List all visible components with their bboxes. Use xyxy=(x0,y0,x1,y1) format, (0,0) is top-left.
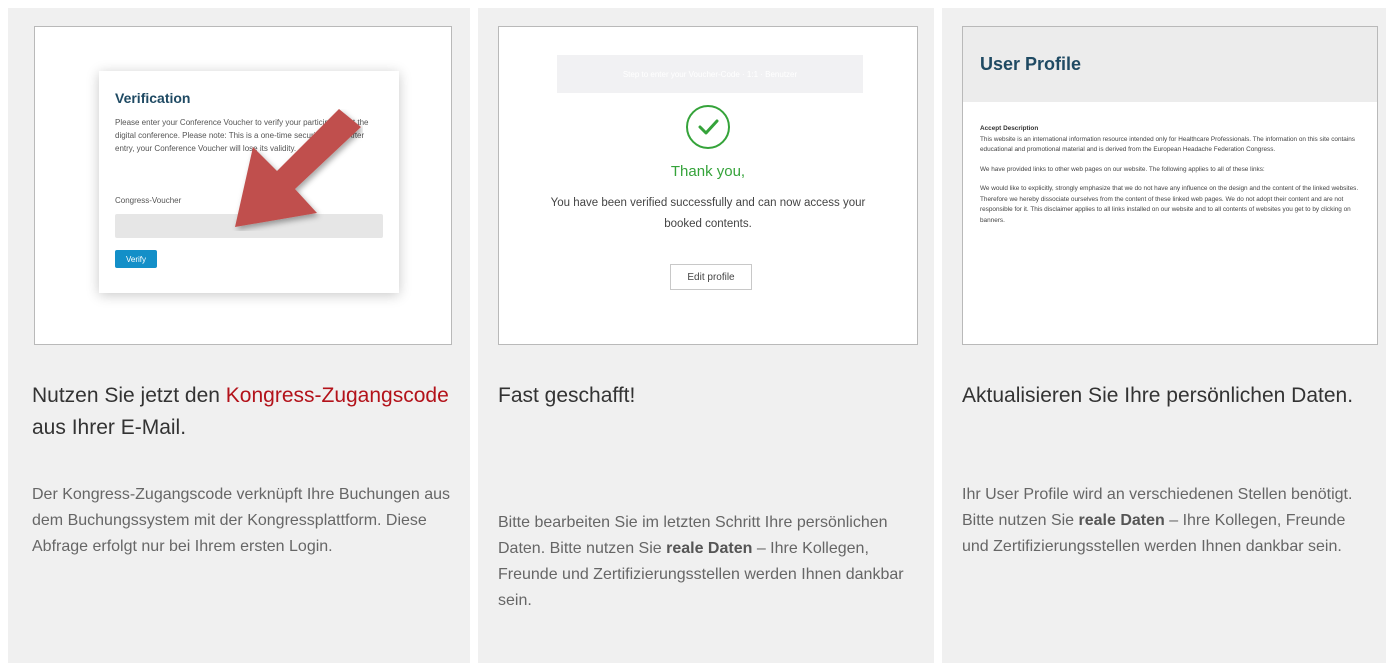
step-heading-update-data: Aktualisieren Sie Ihre persönlichen Date… xyxy=(962,384,1354,407)
profile-header: User Profile xyxy=(963,27,1377,102)
accept-heading: Accept Description xyxy=(980,125,1039,132)
step-description-update-data: Ihr User Profile wird an verschiedenen S… xyxy=(962,486,1353,555)
ghost-banner: Step to enter your Voucher-Code · 1:1 · … xyxy=(557,55,863,93)
profile-paragraph-2: We have provided links to other web page… xyxy=(980,165,1265,173)
step-card-profile: User Profile Accept Description This web… xyxy=(942,8,1386,663)
verification-screenshot: Verification Please enter your Conferenc… xyxy=(34,26,452,345)
verify-button[interactable]: Verify xyxy=(115,250,157,268)
thankyou-title: Thank you, xyxy=(670,163,746,180)
step-heading-voucher: Nutzen Sie jetzt den Kongress-Zugangscod… xyxy=(32,384,449,439)
edit-profile-button[interactable]: Edit profile xyxy=(670,264,752,290)
profile-screenshot: User Profile Accept Description This web… xyxy=(962,26,1378,345)
profile-paragraph-1: This website is an international informa… xyxy=(980,135,1355,154)
voucher-highlight: Kongress-Zugangscode xyxy=(225,384,449,407)
step-card-voucher: Verification Please enter your Conferenc… xyxy=(8,8,470,663)
voucher-field-label: Congress-Voucher xyxy=(115,196,182,205)
profile-paragraph-3: We would like to explicitly, strongly em… xyxy=(980,185,1359,224)
check-circle-icon xyxy=(686,105,730,149)
thankyou-text: You have been verified successfully and … xyxy=(550,197,866,230)
verification-title: Verification xyxy=(115,90,191,106)
thankyou-screenshot: Step to enter your Voucher-Code · 1:1 · … xyxy=(498,26,918,345)
step-heading-almost-done: Fast geschafft! xyxy=(498,384,636,407)
profile-title: User Profile xyxy=(980,54,1082,74)
red-pointer-arrow-icon xyxy=(235,109,361,227)
profile-body: Accept Description This website is an in… xyxy=(980,124,1367,235)
step-description-almost-done: Bitte bearbeiten Sie im letzten Schritt … xyxy=(498,514,904,609)
step-card-thankyou: Step to enter your Voucher-Code · 1:1 · … xyxy=(478,8,934,663)
step-description-voucher: Der Kongress-Zugangscode verknüpft Ihre … xyxy=(32,486,451,555)
